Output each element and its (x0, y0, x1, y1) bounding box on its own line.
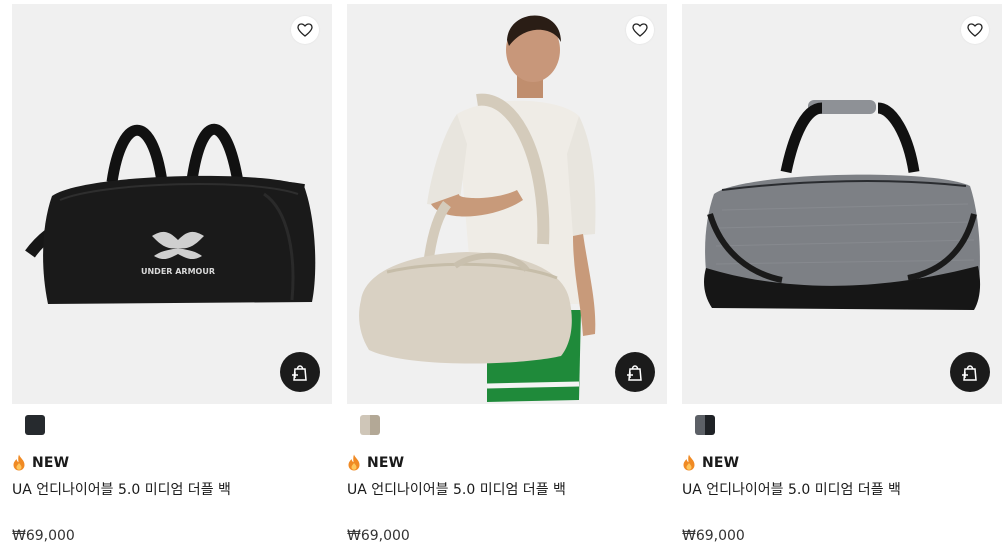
product-image[interactable] (682, 4, 1002, 404)
color-swatch[interactable] (25, 415, 45, 435)
heart-outline-icon[interactable] (626, 16, 654, 44)
badge-label: NEW (367, 454, 405, 471)
heart-outline-icon[interactable] (291, 16, 319, 44)
new-badge: NEW (682, 454, 739, 471)
color-swatches (25, 415, 45, 435)
fire-icon (683, 454, 695, 471)
color-swatches (360, 415, 380, 435)
heart-outline-icon[interactable] (961, 16, 989, 44)
product-name[interactable]: UA 언디나이어블 5.0 미디엄 더플 백 (347, 479, 566, 499)
model-with-beige-duffel-image (359, 15, 596, 402)
badge-label: NEW (32, 454, 70, 471)
badge-label: NEW (702, 454, 740, 471)
color-swatch[interactable] (360, 415, 380, 435)
product-image[interactable] (347, 4, 667, 404)
product-name[interactable]: UA 언디나이어블 5.0 미디엄 더플 백 (682, 479, 901, 499)
product-price: ₩69,000 (682, 528, 745, 544)
fire-icon (348, 454, 360, 471)
brand-logo-text: UNDER ARMOUR (141, 267, 215, 276)
product-grid: UNDER ARMOUR NEW UA 언디나이어블 5.0 미디엄 더플 백 … (0, 0, 1003, 551)
new-badge: NEW (347, 454, 404, 471)
add-to-cart-icon[interactable] (615, 352, 655, 392)
color-swatches (695, 415, 715, 435)
add-to-cart-icon[interactable] (280, 352, 320, 392)
product-card[interactable]: UNDER ARMOUR NEW UA 언디나이어블 5.0 미디엄 더플 백 … (12, 4, 332, 551)
gray-duffel-bag-image (704, 100, 981, 310)
product-card[interactable]: NEW UA 언디나이어블 5.0 미디엄 더플 백 ₩69,000 (682, 4, 1002, 551)
fire-icon (13, 454, 25, 471)
new-badge: NEW (12, 454, 69, 471)
product-name[interactable]: UA 언디나이어블 5.0 미디엄 더플 백 (12, 479, 231, 499)
black-duffel-bag-image: UNDER ARMOUR (25, 124, 316, 304)
add-to-cart-icon[interactable] (950, 352, 990, 392)
product-card[interactable]: NEW UA 언디나이어블 5.0 미디엄 더플 백 ₩69,000 (347, 4, 667, 551)
product-price: ₩69,000 (12, 528, 75, 544)
product-image[interactable]: UNDER ARMOUR (12, 4, 332, 404)
color-swatch[interactable] (695, 415, 715, 435)
product-price: ₩69,000 (347, 528, 410, 544)
